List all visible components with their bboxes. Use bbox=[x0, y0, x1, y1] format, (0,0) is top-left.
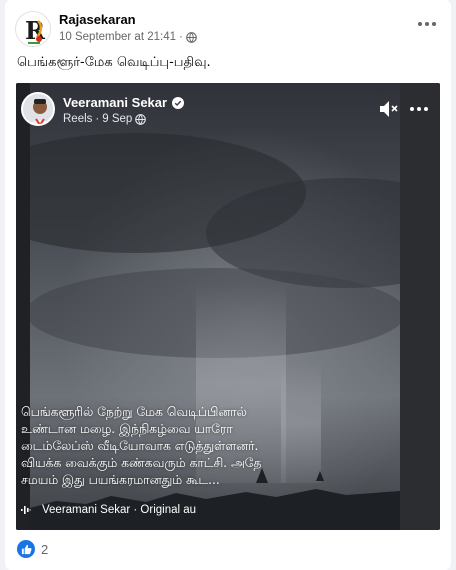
more-dot-icon bbox=[432, 22, 436, 26]
reel-type[interactable]: Reels bbox=[63, 113, 92, 125]
reel-text-line: டைம்லேப்ஸ் வீடியோவாக எடுத்துள்ளனர். bbox=[21, 439, 259, 453]
reel-audio[interactable]: Veeramani Sekar · Original au bbox=[21, 504, 286, 516]
reaction-count[interactable]: 2 bbox=[41, 542, 48, 557]
reel-description: பெங்களூரில் நேற்று மேக வெடிப்பினால் உண்ட… bbox=[21, 404, 401, 489]
thumbs-up-icon bbox=[21, 544, 32, 554]
reel-meta: Reels · 9 Sep bbox=[63, 113, 147, 125]
mute-button[interactable] bbox=[378, 99, 400, 119]
meta-separator: · bbox=[179, 31, 183, 43]
author-logo: R bbox=[16, 12, 50, 46]
reel-author-avatar[interactable] bbox=[21, 92, 55, 126]
reel-date[interactable]: 9 Sep bbox=[102, 113, 132, 125]
globe-icon bbox=[186, 31, 197, 43]
reel-text-line: வியக்க வைக்கும் கண்கவரும் காட்சி. அதே bbox=[21, 456, 262, 470]
post-options-button[interactable] bbox=[413, 14, 441, 34]
more-dot-icon bbox=[417, 107, 421, 111]
post-meta: 10 September at 21:41 · bbox=[59, 31, 197, 43]
post-author-name[interactable]: Rajasekaran bbox=[59, 12, 136, 27]
post-timestamp[interactable]: 10 September at 21:41 bbox=[59, 31, 176, 43]
reaction-summary[interactable]: 2 bbox=[17, 540, 48, 558]
post-caption: பெங்களூர்-மேக வெடிப்பு-பதிவு. bbox=[17, 55, 211, 70]
shared-reel-video[interactable]: Veeramani Sekar Reels · 9 Sep பெங்களூரில… bbox=[16, 83, 440, 530]
post-card: R Rajasekaran 10 September at 21:41 · பெ… bbox=[5, 0, 451, 570]
globe-icon bbox=[135, 113, 147, 125]
verified-badge-icon bbox=[172, 96, 185, 109]
like-icon bbox=[17, 540, 35, 558]
reel-meta-separator: · bbox=[95, 113, 100, 125]
reel-text-line[interactable]: சமயம் இது பயங்கரமானதும் கூட... bbox=[21, 472, 401, 489]
more-dot-icon bbox=[410, 107, 414, 111]
reel-audio-label[interactable]: Veeramani Sekar · Original au bbox=[42, 504, 196, 516]
reel-author[interactable]: Veeramani Sekar bbox=[63, 95, 185, 110]
speaker-muted-icon bbox=[380, 101, 398, 117]
reel-author-name[interactable]: Veeramani Sekar bbox=[63, 95, 167, 110]
more-dot-icon bbox=[424, 107, 428, 111]
reel-text-line: பெங்களூரில் நேற்று மேக வெடிப்பினால் bbox=[21, 405, 247, 419]
svg-text:R: R bbox=[25, 16, 46, 45]
audio-wave-icon bbox=[21, 506, 31, 514]
more-dot-icon bbox=[418, 22, 422, 26]
author-avatar[interactable]: R bbox=[15, 11, 51, 47]
reel-text-line: உண்டான மழை. இந்நிகழ்வை யாரோ bbox=[21, 422, 233, 436]
post-header: R Rajasekaran 10 September at 21:41 · bbox=[5, 0, 451, 52]
reel-options-button[interactable] bbox=[406, 99, 432, 119]
more-dot-icon bbox=[425, 22, 429, 26]
